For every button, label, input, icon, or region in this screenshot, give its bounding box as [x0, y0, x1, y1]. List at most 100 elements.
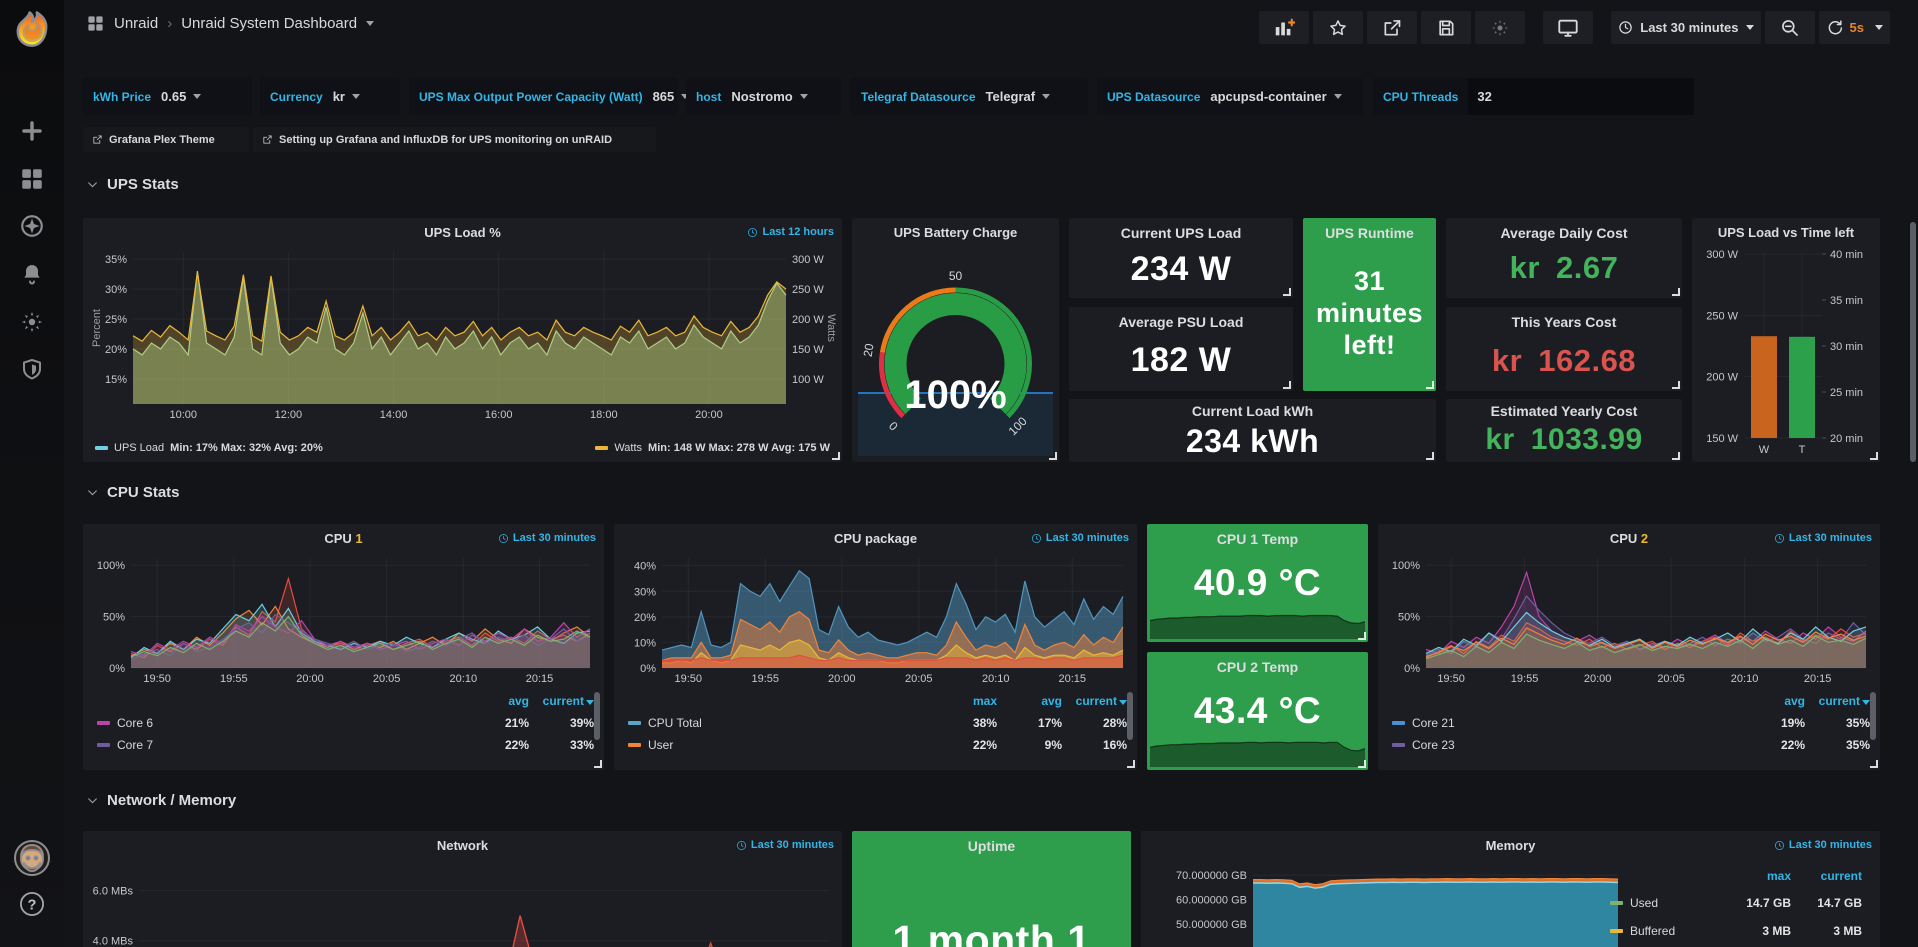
page-scrollbar[interactable] — [1910, 222, 1916, 462]
legend-scrollbar[interactable] — [594, 692, 600, 740]
panel-cpu2-temp: CPU 2 Temp 43.4 °C — [1147, 652, 1368, 770]
panel-time-range[interactable]: Last 30 minutes — [1031, 532, 1129, 544]
panel-title[interactable]: UPS Load % — [119, 225, 806, 240]
stat-title[interactable]: This Years Cost — [1450, 314, 1678, 330]
legend-series-name[interactable]: Used — [1630, 896, 1720, 910]
caret-down-icon — [1042, 94, 1050, 99]
legend-scrollbar[interactable] — [1870, 692, 1876, 740]
server-admin-shield-icon[interactable] — [19, 356, 45, 382]
variable-kwh-price[interactable]: kWh Price 0.65 — [83, 78, 252, 115]
legend-series-name[interactable]: Core 23 — [1412, 738, 1740, 752]
ups-bar-chart[interactable]: 150 W200 W250 W300 W20 min25 min30 min35… — [1694, 246, 1878, 458]
alerting-bell-icon[interactable] — [19, 261, 45, 287]
legend-col-avg[interactable]: avg — [1004, 694, 1062, 708]
stat-title[interactable]: Current Load kWh — [1073, 403, 1432, 419]
cpu2-chart[interactable]: 19:5019:5520:0020:0520:1020:150%50%100% — [1384, 552, 1874, 686]
dashboard-link-plex-theme[interactable]: Grafana Plex Theme — [83, 127, 249, 152]
grafana-logo-icon[interactable] — [12, 9, 52, 49]
dashboard-settings-button[interactable] — [1475, 11, 1525, 44]
help-question-icon[interactable]: ? — [18, 890, 46, 918]
section-cpu-stats[interactable]: CPU Stats — [86, 484, 180, 501]
variable-value[interactable]: apcupsd-container — [1210, 89, 1326, 104]
section-network-memory[interactable]: Network / Memory — [86, 792, 236, 809]
legend-series-name[interactable]: Core 21 — [1412, 716, 1740, 730]
network-chart[interactable]: 2.0 MBs4.0 MBs6.0 MBs — [89, 859, 836, 947]
breadcrumb-dashboard-title[interactable]: Unraid System Dashboard — [181, 15, 357, 32]
legend-series-name[interactable]: Core 6 — [117, 716, 464, 730]
time-range-picker[interactable]: Last 30 minutes — [1611, 11, 1760, 44]
explore-compass-icon[interactable] — [19, 213, 45, 239]
add-panel-button[interactable] — [1259, 11, 1309, 44]
variable-currency[interactable]: Currency kr — [260, 78, 400, 115]
zoom-out-time-button[interactable] — [1765, 11, 1815, 44]
panel-time-range[interactable]: Last 30 minutes — [1774, 532, 1872, 544]
create-plus-icon[interactable] — [19, 118, 45, 144]
variable-telegraf-datasource[interactable]: Telegraf Datasource Telegraf — [851, 78, 1088, 115]
legend-col-current[interactable]: current — [1798, 869, 1862, 883]
legend-col-avg[interactable]: avg — [1747, 694, 1805, 708]
variable-host[interactable]: host Nostromo — [686, 78, 841, 115]
save-button[interactable] — [1421, 11, 1471, 44]
legend-series-name[interactable]: User — [648, 738, 932, 752]
legend-col-max[interactable]: max — [1727, 869, 1791, 883]
legend-series-name[interactable]: UPS Load — [114, 442, 164, 454]
panel-time-range[interactable]: Last 12 hours — [747, 226, 834, 238]
refresh-interval-caret-icon[interactable] — [1875, 25, 1883, 30]
panel-time-range[interactable]: Last 30 minutes — [498, 532, 596, 544]
panel-title[interactable]: Memory — [1177, 838, 1844, 853]
cpu-package-chart[interactable]: 19:5019:5520:0020:0520:1020:150%10%20%30… — [620, 552, 1131, 686]
panel-time-range[interactable]: Last 30 minutes — [736, 839, 834, 851]
stat-value: 234 kWh — [1069, 423, 1436, 460]
panel-ups-runtime: UPS Runtime 31 minutes left! — [1303, 218, 1436, 391]
legend-series-name[interactable]: Buffered — [1630, 924, 1720, 938]
stat-title[interactable]: UPS Runtime — [1307, 225, 1432, 241]
dashboard-title-caret-icon[interactable] — [366, 21, 374, 26]
dashboard-link-ups-monitoring[interactable]: Setting up Grafana and InfluxDB for UPS … — [253, 127, 656, 152]
share-button[interactable] — [1367, 11, 1417, 44]
cpu-threads-input[interactable]: 32 — [1468, 78, 1694, 115]
legend-col-avg[interactable]: avg — [471, 694, 529, 708]
refresh-button[interactable]: 5s — [1819, 11, 1890, 44]
stat-title[interactable]: Average Daily Cost — [1450, 225, 1678, 241]
variable-ups-max-output[interactable]: UPS Max Output Power Capacity (Watt) 865 — [409, 78, 677, 115]
legend-col-current[interactable]: current — [1069, 694, 1127, 708]
panel-title[interactable]: Network — [119, 838, 806, 853]
legend-scrollbar[interactable] — [1127, 692, 1133, 740]
variable-value[interactable]: Telegraf — [986, 89, 1036, 104]
panel-title[interactable]: UPS Load vs Time left — [1696, 225, 1876, 240]
refresh-interval-label[interactable]: 5s — [1850, 20, 1864, 35]
legend-col-current[interactable]: current — [1812, 694, 1870, 708]
legend-series-name[interactable]: CPU Total — [648, 716, 932, 730]
stat-title[interactable]: Average PSU Load — [1073, 314, 1289, 330]
user-avatar[interactable] — [14, 840, 50, 876]
section-ups-stats[interactable]: UPS Stats — [86, 176, 179, 193]
breadcrumb-app[interactable]: Unraid — [114, 15, 158, 32]
legend-row: Core 7 22% 33% — [97, 734, 594, 756]
legend-row: Core 23 22% 35% — [1392, 734, 1870, 756]
panel-time-range[interactable]: Last 30 minutes — [1774, 839, 1872, 851]
legend-series-name[interactable]: Watts — [614, 442, 642, 454]
variable-cpu-threads[interactable]: CPU Threads 32 — [1373, 78, 1694, 115]
legend-series-name[interactable]: Core 7 — [117, 738, 464, 752]
ups-load-chart[interactable]: 10:0012:0014:0016:0018:0020:0015%20%25%3… — [89, 246, 836, 422]
cycle-view-mode-button[interactable] — [1543, 11, 1593, 44]
star-button[interactable] — [1313, 11, 1363, 44]
legend-col-current[interactable]: current — [536, 694, 594, 708]
stat-title[interactable]: Estimated Yearly Cost — [1450, 403, 1678, 419]
panel-title[interactable]: UPS Battery Charge — [860, 225, 1051, 240]
sort-caret-icon — [586, 700, 594, 705]
variable-value[interactable]: kr — [333, 89, 345, 104]
variable-ups-datasource[interactable]: UPS Datasource apcupsd-container — [1097, 78, 1363, 115]
stat-title[interactable]: Current UPS Load — [1073, 225, 1289, 241]
variable-value[interactable]: Nostromo — [731, 89, 792, 104]
dashboards-grid-icon[interactable] — [19, 166, 45, 192]
battery-gauge-chart[interactable]: 02050100100% — [860, 244, 1051, 444]
legend-col-max[interactable]: max — [939, 694, 997, 708]
variable-value[interactable]: 0.65 — [161, 89, 186, 104]
stat-title[interactable]: CPU 2 Temp — [1151, 659, 1364, 675]
cpu1-chart[interactable]: 19:5019:5520:0020:0520:1020:150%50%100% — [89, 552, 598, 686]
configuration-gear-icon[interactable] — [19, 309, 45, 335]
stat-title[interactable]: Uptime — [856, 838, 1127, 854]
variable-value[interactable]: 865 — [653, 89, 675, 104]
stat-title[interactable]: CPU 1 Temp — [1151, 531, 1364, 547]
